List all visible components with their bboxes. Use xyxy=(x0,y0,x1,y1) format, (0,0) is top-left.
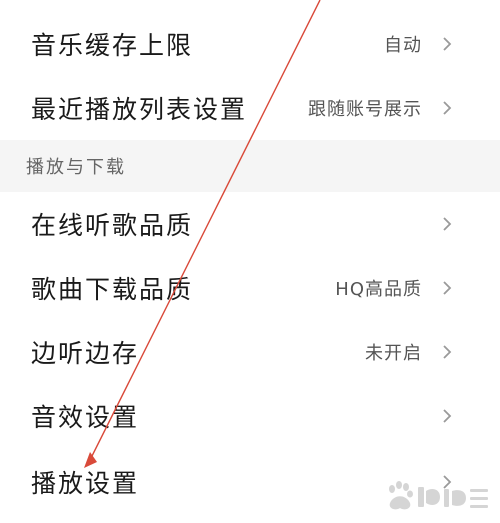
setting-label: 音乐缓存上限 xyxy=(31,31,194,60)
chevron-right-icon xyxy=(438,407,456,425)
setting-value: HQ高品质 xyxy=(335,279,422,300)
setting-label: 在线听歌品质 xyxy=(31,211,194,240)
baidu-jingyan-logo xyxy=(382,477,494,519)
setting-label: 歌曲下载品质 xyxy=(31,275,194,304)
chevron-right-icon xyxy=(438,279,456,297)
setting-row-recent-playlist[interactable]: 最近播放列表设置 跟随账号展示 xyxy=(0,76,500,140)
section-header-playback-download: 播放与下载 xyxy=(0,140,500,192)
setting-value: 未开启 xyxy=(365,343,422,364)
setting-row-online-quality[interactable]: 在线听歌品质 xyxy=(0,192,500,256)
setting-label: 音效设置 xyxy=(31,403,140,432)
chevron-right-icon xyxy=(438,99,456,117)
chevron-right-icon xyxy=(438,35,456,53)
setting-row-download-quality[interactable]: 歌曲下载品质 HQ高品质 xyxy=(0,256,500,320)
setting-row-cache-while-listening[interactable]: 边听边存 未开启 xyxy=(0,320,500,384)
setting-label: 最近播放列表设置 xyxy=(31,95,248,124)
chevron-right-icon xyxy=(438,343,456,361)
section-title: 播放与下载 xyxy=(26,157,126,178)
setting-row-sound-effects[interactable]: 音效设置 xyxy=(0,384,500,448)
chevron-right-icon xyxy=(438,215,456,233)
setting-row-cache-limit[interactable]: 音乐缓存上限 自动 xyxy=(0,12,500,76)
setting-label: 边听边存 xyxy=(31,339,140,368)
setting-value: 跟随账号展示 xyxy=(308,99,422,120)
setting-label: 播放设置 xyxy=(31,469,140,498)
setting-value: 自动 xyxy=(384,35,422,56)
